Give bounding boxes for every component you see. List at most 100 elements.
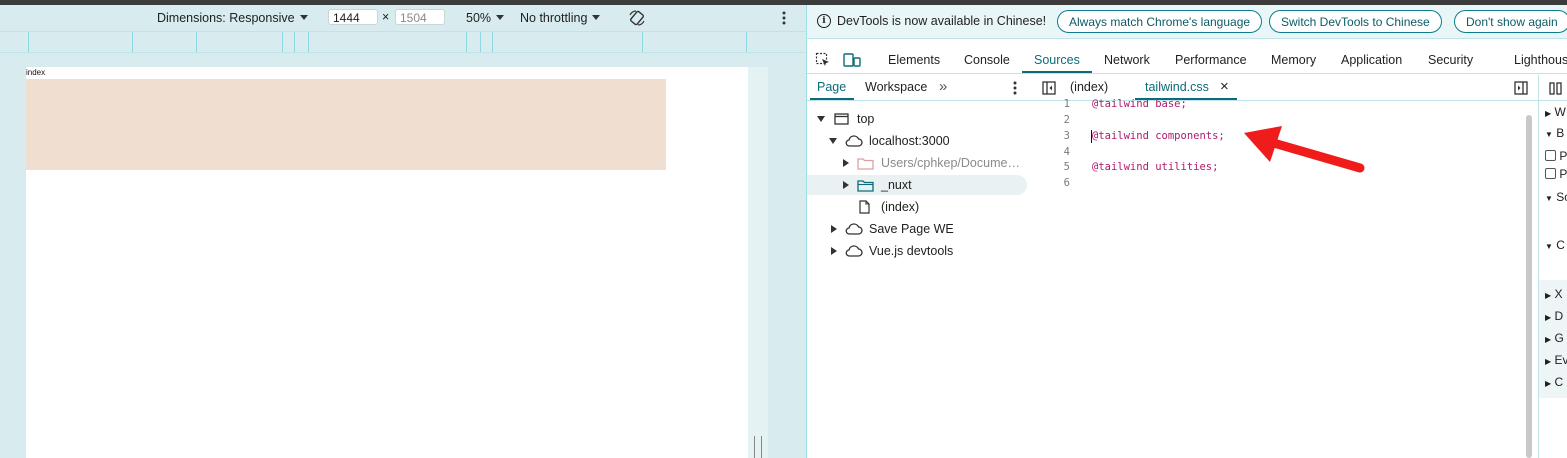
tab-network[interactable]: Network (1104, 53, 1150, 67)
folder-icon (857, 180, 874, 192)
sources-navigator: Page Workspace » top localhost:3000 User… (807, 75, 1033, 458)
more-vert-icon[interactable] (782, 11, 786, 25)
sidebar-section-c[interactable]: ▶ C (1545, 375, 1563, 389)
frame-icon (834, 113, 849, 125)
tree-item-vue-devtools[interactable]: Vue.js devtools (807, 241, 1027, 261)
rotate-icon[interactable] (628, 9, 646, 27)
navigator-tabs: Page Workspace » (807, 75, 1032, 101)
media-query-ruler[interactable] (0, 31, 806, 53)
collapsed-arrow-icon (831, 247, 837, 255)
sidebar-section-ev[interactable]: ▶ Ev (1545, 353, 1567, 367)
switch-chinese-button[interactable]: Switch DevTools to Chinese (1269, 10, 1442, 33)
section-label: X (1554, 287, 1563, 301)
tab-security[interactable]: Security (1428, 53, 1473, 67)
collapsed-arrow-icon (843, 159, 849, 167)
editor-scrollbar[interactable] (1526, 115, 1532, 458)
sidebar-checkbox-row[interactable]: P (1545, 149, 1567, 163)
sidebar-section-b[interactable]: ▼ B (1545, 126, 1564, 140)
tab-page[interactable]: Page (817, 80, 846, 94)
checkbox[interactable] (1545, 150, 1556, 161)
times-symbol: × (382, 10, 390, 24)
section-label: B (1556, 126, 1565, 140)
pause-icon[interactable] (1549, 82, 1563, 95)
section-label: C (1556, 238, 1565, 252)
tab-sources[interactable]: Sources (1034, 53, 1080, 67)
section-label: W (1554, 105, 1566, 119)
cloud-icon (845, 223, 863, 235)
sidebar-section-scope[interactable]: ▼ Sc (1545, 190, 1567, 204)
viewport-scrollbar[interactable] (748, 67, 768, 458)
expanded-arrow-icon (829, 138, 837, 144)
more-vert-icon[interactable] (1013, 81, 1017, 95)
line-number: 1 (1063, 98, 1070, 110)
dimensions-dropdown[interactable]: Dimensions: Responsive (157, 11, 308, 25)
tree-item-index-file[interactable]: (index) (807, 197, 1027, 217)
tab-performance[interactable]: Performance (1175, 53, 1247, 67)
tab-memory[interactable]: Memory (1271, 53, 1316, 67)
match-language-button[interactable]: Always match Chrome's language (1057, 10, 1263, 33)
expanded-arrow-icon (817, 116, 825, 122)
zoom-value: 50% (466, 11, 492, 25)
text-cursor (1091, 130, 1092, 143)
cloud-icon (845, 135, 863, 147)
tree-item-users-folder[interactable]: Users/cphkep/Docume… (807, 153, 1027, 173)
tree-label: (index) (881, 200, 920, 214)
devtools-main-tabs: Elements Console Sources Network Perform… (807, 47, 1567, 74)
debugger-sidebar: ▶ W ▼ B P P ▼ Sc ▼ C ▶ X ▶ D ▶ G ▶ Ev ▶ … (1538, 75, 1567, 458)
sidebar-section-w[interactable]: ▶ W (1545, 105, 1566, 119)
collapsed-arrow-icon (843, 181, 849, 189)
tab-lighthouse[interactable]: Lighthouse (1514, 53, 1567, 67)
chevron-down-icon (496, 15, 505, 20)
folder-icon (857, 158, 874, 170)
resize-handle[interactable] (754, 436, 762, 458)
section-label: P (1559, 167, 1567, 181)
tree-label: Users/cphkep/Docume… (881, 156, 1020, 170)
active-tab-indicator (1022, 71, 1092, 73)
sidebar-section-x[interactable]: ▶ X (1545, 287, 1563, 301)
width-input[interactable]: 1444 (328, 9, 378, 25)
tree-label: Vue.js devtools (869, 244, 954, 258)
section-label: D (1554, 309, 1564, 323)
more-tabs-icon[interactable]: » (939, 78, 947, 95)
chevron-down-icon (299, 15, 308, 20)
toggle-navigator-icon[interactable] (1042, 81, 1056, 95)
sidebar-section-callstack[interactable]: ▼ C (1545, 238, 1565, 252)
zoom-dropdown[interactable]: 50% (466, 11, 505, 25)
content-block (26, 79, 666, 170)
info-icon: i (817, 14, 831, 28)
line-number: 2 (1063, 114, 1070, 126)
page-label: index (26, 68, 46, 77)
tree-item-nuxt-folder[interactable]: _nuxt (807, 175, 1027, 195)
sidebar-section-d[interactable]: ▶ D (1545, 309, 1563, 323)
section-label: P (1559, 149, 1567, 163)
checkbox[interactable] (1545, 168, 1556, 179)
inspect-element-icon[interactable] (815, 52, 831, 68)
editor-tab-tailwind[interactable]: tailwind.css (1145, 80, 1209, 94)
tab-console[interactable]: Console (964, 53, 1010, 67)
tab-application[interactable]: Application (1341, 53, 1402, 67)
cloud-icon (845, 245, 863, 257)
tree-item-localhost[interactable]: localhost:3000 (807, 131, 1027, 151)
dont-show-again-button[interactable]: Don't show again (1454, 10, 1567, 33)
section-label: C (1554, 375, 1564, 389)
tree-item-top[interactable]: top (807, 109, 1027, 129)
height-input[interactable]: 1504 (395, 9, 445, 25)
chevron-down-icon (592, 15, 601, 20)
devtools-panel: i DevTools is now available in Chinese! … (806, 5, 1567, 458)
tree-item-save-page[interactable]: Save Page WE (807, 219, 1027, 239)
throttling-dropdown[interactable]: No throttling (520, 11, 601, 25)
tab-elements[interactable]: Elements (888, 53, 940, 67)
toggle-debugger-icon[interactable] (1514, 81, 1528, 95)
editor-tab-index[interactable]: (index) (1070, 80, 1108, 94)
language-infobar: i DevTools is now available in Chinese! … (807, 5, 1567, 39)
code-line: @tailwind utilities; (1092, 161, 1219, 173)
code-line: @tailwind base; (1092, 98, 1187, 110)
sidebar-checkbox-row[interactable]: P (1545, 167, 1567, 181)
tab-workspace[interactable]: Workspace (865, 80, 927, 94)
sidebar-section-g[interactable]: ▶ G (1545, 331, 1564, 345)
device-toolbar-toggle-icon[interactable] (843, 52, 861, 68)
file-icon (859, 200, 870, 214)
section-label: G (1554, 331, 1564, 345)
close-tab-icon[interactable]: × (1220, 78, 1229, 95)
annotation-arrow-icon (1244, 126, 1365, 173)
